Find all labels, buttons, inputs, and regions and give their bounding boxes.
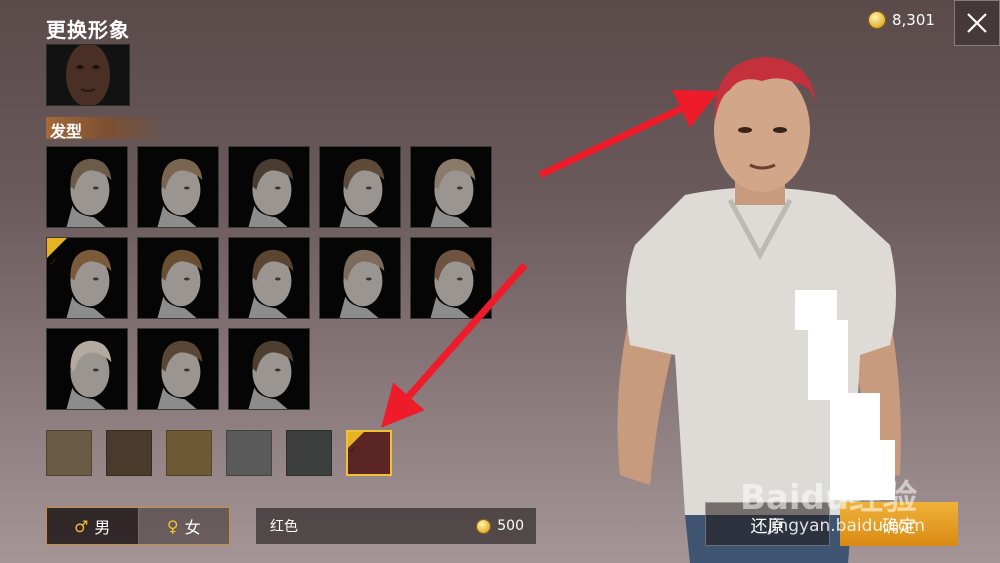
coin-icon [868, 11, 886, 29]
hair-style-option[interactable] [137, 146, 219, 228]
hair-color-swatch[interactable] [286, 430, 332, 476]
hair-style-portrait [138, 147, 218, 227]
hair-style-option[interactable] [410, 237, 492, 319]
hair-style-option[interactable] [228, 328, 310, 410]
hair-style-portrait [411, 238, 491, 318]
hair-color-row: ✓ [46, 430, 392, 476]
hair-style-option[interactable] [137, 237, 219, 319]
hair-style-portrait [47, 329, 127, 409]
coin-icon [476, 518, 492, 534]
face-portrait [47, 45, 129, 105]
hair-style-grid: ✓ [46, 146, 492, 410]
hair-style-portrait [411, 147, 491, 227]
hair-style-option[interactable] [228, 237, 310, 319]
hair-style-portrait [138, 238, 218, 318]
hair-style-portrait [320, 238, 400, 318]
selected-check-icon: ✓ [47, 238, 67, 269]
price-tag: 500 [476, 518, 524, 534]
selected-check-icon: ✓ [348, 432, 364, 456]
gender-toggle: ♂ 男 ♀ 女 [46, 507, 230, 545]
price-value: 500 [497, 518, 524, 534]
page-title: 更换形象 [46, 18, 130, 42]
hair-color-swatch[interactable] [166, 430, 212, 476]
hair-style-portrait [229, 147, 309, 227]
hair-color-swatch[interactable] [226, 430, 272, 476]
coin-balance: 8,301 [868, 11, 935, 29]
female-icon: ♀ [166, 516, 179, 536]
selected-color-bar: 红色 500 [256, 508, 536, 544]
hair-style-option[interactable] [410, 146, 492, 228]
section-hair-label: 发型 [50, 122, 83, 141]
hair-style-portrait [229, 329, 309, 409]
hair-style-option[interactable] [319, 237, 401, 319]
hair-style-option[interactable] [137, 328, 219, 410]
hair-style-option[interactable] [228, 146, 310, 228]
hair-style-option[interactable] [46, 328, 128, 410]
gender-male-label: 男 [94, 518, 111, 537]
hair-style-option[interactable] [46, 146, 128, 228]
watermark-brand: Baidu经验 [740, 478, 918, 518]
coin-balance-value: 8,301 [892, 11, 935, 29]
hair-color-swatch[interactable] [106, 430, 152, 476]
hair-style-portrait [229, 238, 309, 318]
gender-female-label: 女 [184, 518, 201, 537]
close-icon [967, 13, 987, 33]
hair-style-option[interactable]: ✓ [46, 237, 128, 319]
face-thumbnail[interactable] [46, 44, 130, 106]
hair-color-swatch[interactable]: ✓ [346, 430, 392, 476]
selected-color-name: 红色 [270, 519, 298, 535]
watermark-url: jingyan.baidu.com [768, 516, 925, 536]
hair-color-swatch[interactable] [46, 430, 92, 476]
hair-style-option[interactable] [319, 146, 401, 228]
male-icon: ♂ [74, 516, 89, 536]
gender-female-button[interactable]: ♀ 女 [137, 508, 229, 544]
hair-style-portrait [47, 147, 127, 227]
close-button[interactable] [954, 0, 1000, 46]
hair-style-portrait [138, 329, 218, 409]
hair-style-portrait [320, 147, 400, 227]
gender-male-button[interactable]: ♂ 男 [47, 508, 138, 544]
